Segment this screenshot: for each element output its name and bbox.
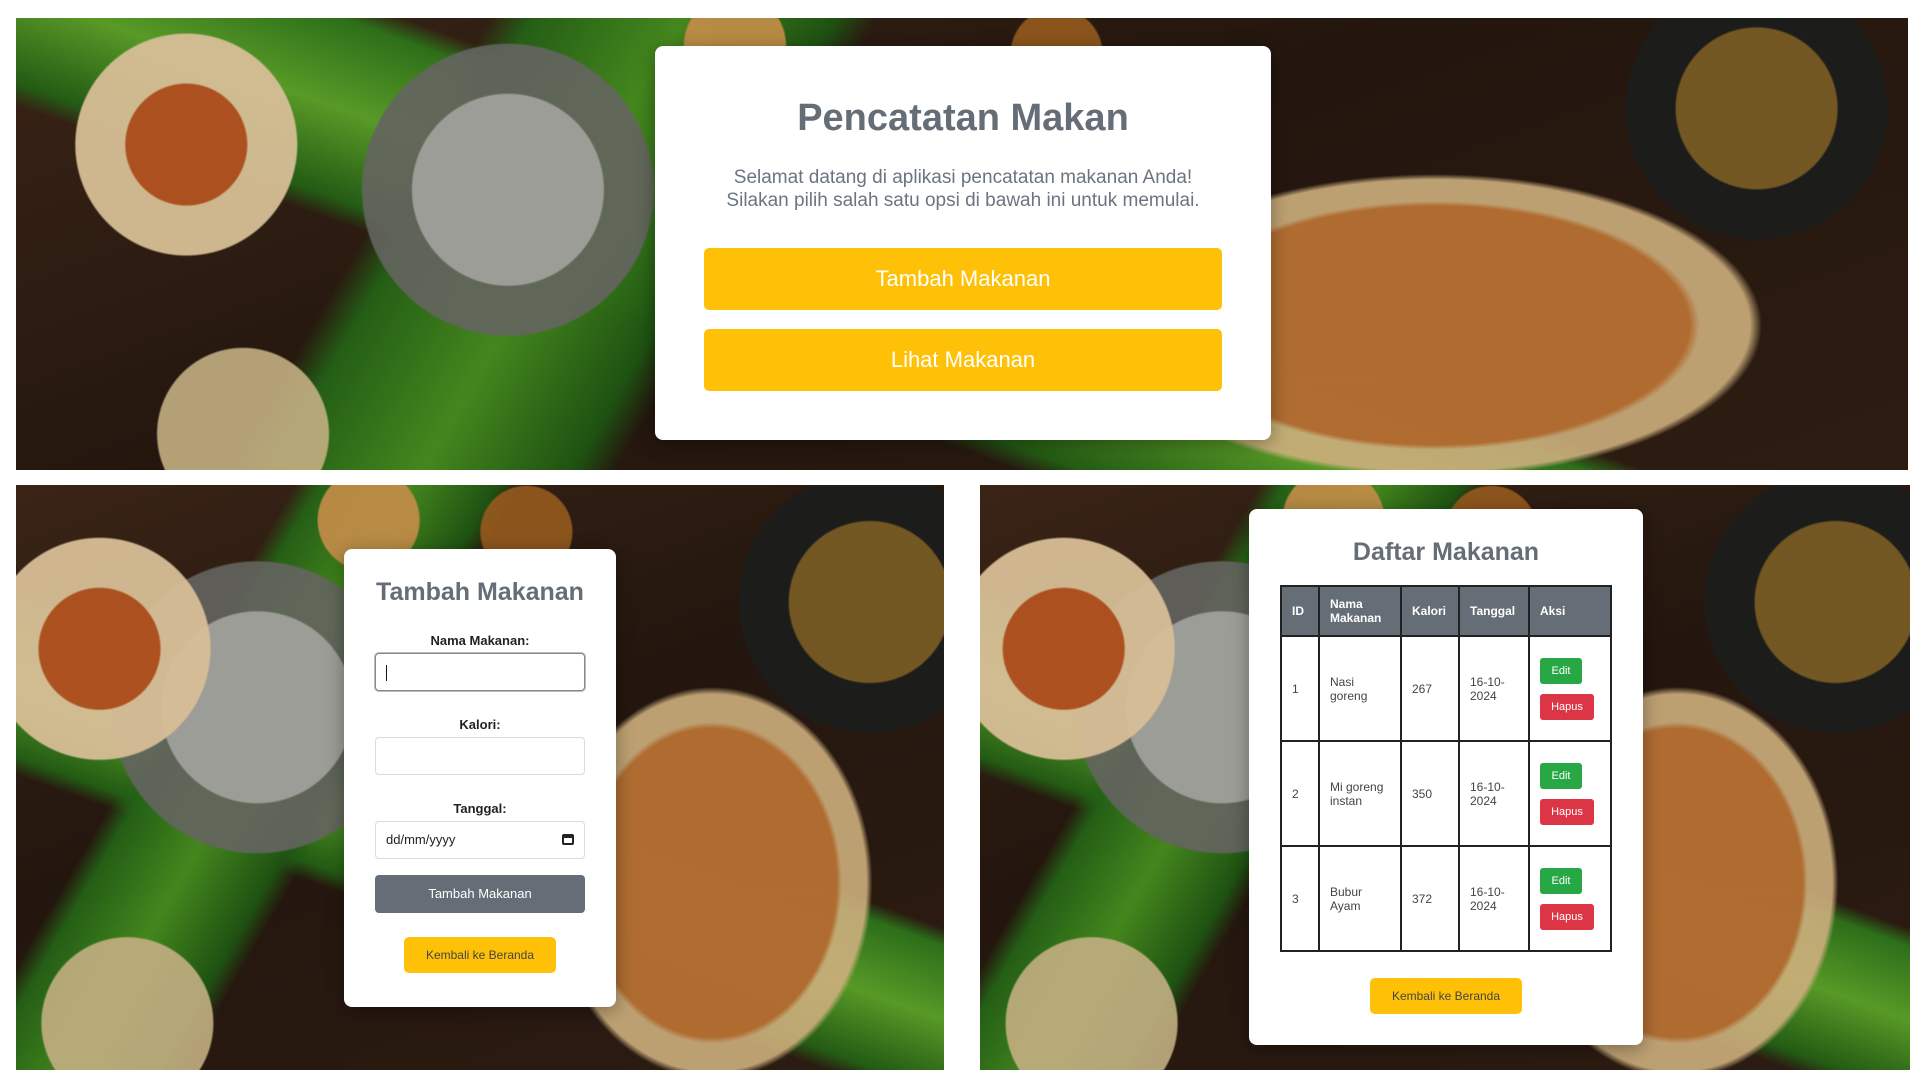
column-header-calories: Kalori	[1400, 585, 1460, 637]
table-row: 2 Mi goreng instan 350 16-10-2024 Edit H…	[1280, 740, 1612, 847]
delete-button[interactable]: Hapus	[1540, 798, 1594, 825]
cell-date: 16-10-2024	[1458, 845, 1530, 952]
cell-name: Bubur Ayam	[1318, 845, 1402, 952]
cell-id: 1	[1280, 635, 1320, 742]
add-food-button[interactable]: Tambah Makanan	[704, 248, 1222, 310]
calories-label: Kalori:	[459, 717, 501, 732]
cell-actions: Edit Hapus	[1528, 635, 1612, 742]
cell-id: 2	[1280, 740, 1320, 847]
list-title: Daftar Makanan	[1352, 538, 1540, 566]
back-home-button[interactable]: Kembali ke Beranda	[404, 937, 556, 973]
cell-calories: 350	[1400, 740, 1460, 847]
name-label: Nama Makanan:	[430, 633, 530, 648]
name-input[interactable]	[375, 653, 585, 691]
cell-name: Mi goreng instan	[1318, 740, 1402, 847]
home-screen: Pencatatan Makan Selamat datang di aplik…	[16, 18, 1908, 470]
column-header-actions: Aksi	[1528, 585, 1612, 637]
welcome-line-2: Silakan pilih salah satu opsi di bawah i…	[726, 190, 1200, 211]
cell-calories: 267	[1400, 635, 1460, 742]
food-list-screen: Daftar Makanan ID Nama Makanan Kalori Ta…	[980, 485, 1910, 1070]
cell-calories: 372	[1400, 845, 1460, 952]
edit-button[interactable]: Edit	[1540, 657, 1582, 684]
welcome-line-1: Selamat datang di aplikasi pencatatan ma…	[733, 167, 1193, 188]
calories-input[interactable]	[375, 737, 585, 775]
date-input[interactable]: dd/mm/yyyy	[375, 821, 585, 859]
page-title: Pencatatan Makan	[797, 97, 1129, 139]
food-table: ID Nama Makanan Kalori Tanggal Aksi 1 Na…	[1280, 585, 1612, 952]
column-header-id: ID	[1280, 585, 1320, 637]
view-food-button[interactable]: Lihat Makanan	[704, 329, 1222, 391]
edit-button[interactable]: Edit	[1540, 867, 1582, 894]
delete-button[interactable]: Hapus	[1540, 903, 1594, 930]
table-row: 3 Bubur Ayam 372 16-10-2024 Edit Hapus	[1280, 845, 1612, 952]
edit-button[interactable]: Edit	[1540, 762, 1582, 789]
table-row: 1 Nasi goreng 267 16-10-2024 Edit Hapus	[1280, 635, 1612, 742]
table-header-row: ID Nama Makanan Kalori Tanggal Aksi	[1280, 585, 1612, 637]
cell-name: Nasi goreng	[1318, 635, 1402, 742]
cell-id: 3	[1280, 845, 1320, 952]
cell-date: 16-10-2024	[1458, 740, 1530, 847]
column-header-date: Tanggal	[1458, 585, 1530, 637]
cell-date: 16-10-2024	[1458, 635, 1530, 742]
submit-add-button[interactable]: Tambah Makanan	[375, 875, 585, 913]
form-title: Tambah Makanan	[376, 578, 584, 606]
cell-actions: Edit Hapus	[1528, 740, 1612, 847]
add-food-card: Tambah Makanan Nama Makanan: Kalori: Tan…	[344, 549, 616, 1007]
food-list-card: Daftar Makanan ID Nama Makanan Kalori Ta…	[1249, 509, 1643, 1045]
date-placeholder: dd/mm/yyyy	[386, 832, 456, 847]
cell-actions: Edit Hapus	[1528, 845, 1612, 952]
home-card: Pencatatan Makan Selamat datang di aplik…	[655, 46, 1271, 440]
column-header-name: Nama Makanan	[1318, 585, 1402, 637]
calendar-icon[interactable]	[562, 834, 574, 845]
delete-button[interactable]: Hapus	[1540, 693, 1594, 720]
text-cursor	[386, 664, 387, 681]
welcome-text: Selamat datang di aplikasi pencatatan ma…	[655, 166, 1271, 212]
back-home-button[interactable]: Kembali ke Beranda	[1370, 978, 1522, 1014]
add-food-screen: Tambah Makanan Nama Makanan: Kalori: Tan…	[16, 485, 944, 1070]
date-label: Tanggal:	[453, 801, 507, 816]
